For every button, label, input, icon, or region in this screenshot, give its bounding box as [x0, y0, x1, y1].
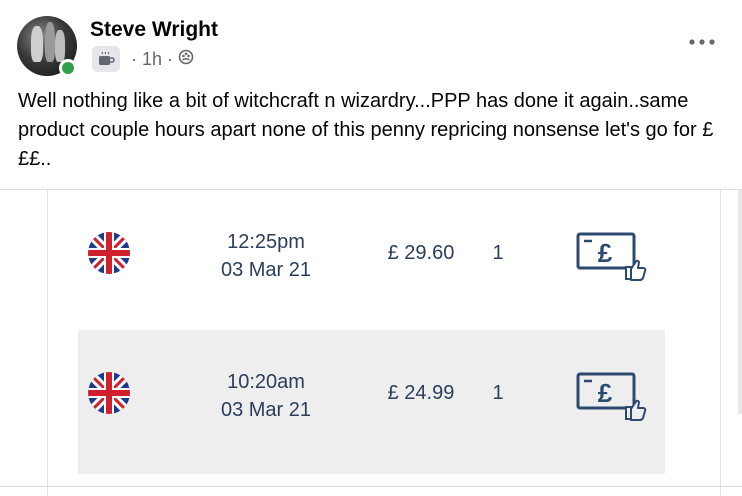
- uk-flag-icon: [88, 232, 130, 274]
- post-text: Well nothing like a bit of witchcraft n …: [18, 90, 714, 170]
- meta-separator: ·: [131, 48, 137, 69]
- author-name[interactable]: Steve Wright: [90, 18, 218, 42]
- order-time: 12:25pm: [227, 231, 305, 253]
- facebook-post: Steve Wright · 1h · Well nothing like a …: [0, 0, 742, 496]
- order-time: 10:20am: [227, 371, 305, 393]
- uk-flag-icon: [88, 372, 130, 414]
- divider: [0, 486, 742, 487]
- order-price: £ 29.60: [387, 242, 455, 264]
- order-date: 03 Mar 21: [220, 399, 312, 421]
- order-row: 12:25pm 03 Mar 21 £ 29.60 1 £: [78, 190, 665, 334]
- order-quantity: 1: [492, 242, 504, 264]
- svg-text:£: £: [598, 378, 613, 408]
- more-options-icon: [689, 39, 715, 45]
- group-icon: [178, 49, 194, 70]
- order-datetime: 10:20am 03 Mar 21: [186, 368, 346, 424]
- order-row: 10:20am 03 Mar 21 £ 24.99 1 £: [78, 330, 665, 474]
- online-status-indicator: [59, 59, 77, 77]
- pound-thumbs-up-icon[interactable]: £: [576, 231, 648, 283]
- order-price: £ 24.99: [387, 382, 455, 404]
- more-options-button[interactable]: [682, 30, 722, 54]
- coffee-mug-icon: [92, 46, 120, 72]
- orders-panel: 12:25pm 03 Mar 21 £ 29.60 1 £ 10:20am 03…: [47, 190, 721, 496]
- order-date: 03 Mar 21: [220, 259, 312, 281]
- meta-separator: ·: [167, 48, 174, 69]
- post-meta: · 1h ·: [92, 45, 194, 73]
- scrollbar-track[interactable]: [738, 190, 742, 414]
- pound-thumbs-up-icon[interactable]: £: [576, 371, 648, 423]
- post-timestamp[interactable]: 1h: [142, 49, 162, 70]
- svg-text:£: £: [598, 238, 613, 268]
- order-datetime: 12:25pm 03 Mar 21: [186, 228, 346, 284]
- order-quantity: 1: [492, 382, 504, 404]
